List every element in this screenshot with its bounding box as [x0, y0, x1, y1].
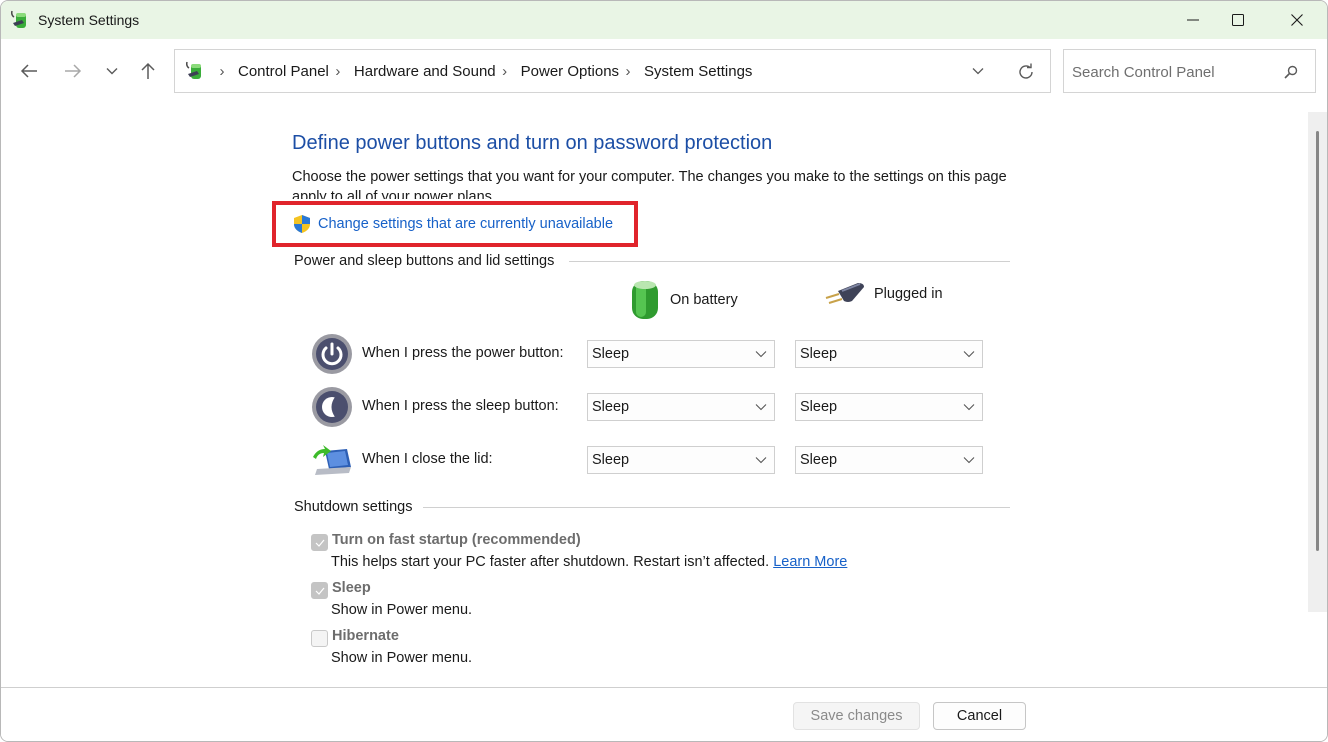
- up-button[interactable]: [133, 56, 163, 86]
- chevron-down-icon: [972, 68, 984, 75]
- fast-startup-description-text: This helps start your PC faster after sh…: [331, 554, 770, 570]
- selected-value: Sleep: [592, 399, 630, 415]
- chevron-down-icon: [963, 404, 975, 411]
- close-icon: [1291, 14, 1303, 26]
- address-history-dropdown[interactable]: [968, 61, 988, 81]
- window-title: System Settings: [38, 12, 140, 28]
- sleep-label: Sleep: [332, 580, 371, 596]
- save-changes-button[interactable]: Save changes: [793, 702, 920, 730]
- chevron-down-icon: [106, 68, 118, 75]
- breadcrumb-control-panel[interactable]: Control Panel: [236, 63, 331, 80]
- sleep-checkbox[interactable]: [311, 582, 328, 599]
- recent-locations-button[interactable]: [97, 56, 127, 86]
- page-description: Choose the power settings that you want …: [292, 169, 1007, 199]
- minimize-button[interactable]: [1170, 1, 1216, 39]
- sleep-description: Show in Power menu.: [331, 602, 473, 618]
- power-button-on-battery-select[interactable]: Sleep: [587, 340, 775, 368]
- power-options-location-icon: [186, 61, 201, 79]
- search-icon: [1284, 65, 1298, 79]
- cancel-button[interactable]: Cancel: [933, 702, 1026, 730]
- power-plug-icon: [825, 283, 864, 304]
- section-divider: [569, 261, 1010, 262]
- hibernate-checkbox[interactable]: [311, 630, 328, 647]
- page-title: Define power buttons and turn on passwor…: [292, 132, 773, 154]
- power-section-header: Power and sleep buttons and lid settings: [294, 253, 555, 269]
- maximize-icon: [1232, 14, 1244, 26]
- close-button[interactable]: [1274, 1, 1320, 39]
- hibernate-label: Hibernate: [332, 628, 399, 644]
- minimize-icon: [1187, 19, 1199, 21]
- battery-icon: [632, 281, 658, 319]
- hibernate-description: Show in Power menu.: [331, 650, 473, 666]
- close-lid-on-battery-select[interactable]: Sleep: [587, 446, 775, 474]
- power-button-row: When I press the power button: Sleep Sle…: [311, 333, 1011, 375]
- sleep-button-row: When I press the sleep button: Sleep Sle…: [311, 386, 1011, 428]
- sleep-button-plugged-in-select[interactable]: Sleep: [795, 393, 983, 421]
- change-unavailable-settings-text[interactable]: Change settings that are currently unava…: [318, 216, 613, 232]
- power-button-label: When I press the power button:: [362, 345, 564, 361]
- search-input[interactable]: [1072, 61, 1272, 83]
- power-options-app-icon: [11, 10, 26, 28]
- shutdown-section-header: Shutdown settings: [294, 499, 413, 515]
- breadcrumb-power-options[interactable]: Power Options: [519, 63, 621, 80]
- breadcrumb-system-settings[interactable]: System Settings: [642, 63, 754, 80]
- close-lid-label: When I close the lid:: [362, 451, 493, 467]
- section-divider: [423, 507, 1010, 508]
- on-battery-label: On battery: [670, 292, 738, 308]
- system-settings-window: System Settings › Control Panel › Hardwa…: [0, 0, 1328, 742]
- search-button[interactable]: [1280, 61, 1302, 83]
- fast-startup-checkbox[interactable]: [311, 534, 328, 551]
- fast-startup-label: Turn on fast startup (recommended): [332, 532, 581, 548]
- fast-startup-description: This helps start your PC faster after sh…: [331, 554, 847, 570]
- close-lid-plugged-in-select[interactable]: Sleep: [795, 446, 983, 474]
- arrow-right-icon: [65, 64, 82, 78]
- breadcrumb-separator[interactable]: ›: [500, 63, 510, 80]
- breadcrumb-separator: ›: [219, 62, 225, 80]
- selected-value: Sleep: [592, 452, 630, 468]
- chevron-down-icon: [963, 457, 975, 464]
- chevron-down-icon: [755, 351, 767, 358]
- breadcrumb-separator[interactable]: ›: [623, 63, 633, 80]
- selected-value: Sleep: [800, 346, 838, 362]
- chevron-down-icon: [755, 404, 767, 411]
- column-header-plugged-in: Plugged in: [824, 279, 943, 309]
- sleep-button-on-battery-select[interactable]: Sleep: [587, 393, 775, 421]
- uac-shield-icon: [294, 215, 310, 233]
- plugged-in-label: Plugged in: [874, 286, 943, 302]
- sleep-button-label: When I press the sleep button:: [362, 398, 559, 414]
- close-lid-row: When I close the lid: Sleep Sleep: [311, 439, 1011, 481]
- vertical-scrollbar[interactable]: [1308, 112, 1327, 612]
- column-header-on-battery: On battery: [628, 279, 738, 321]
- checkmark-icon: [315, 539, 324, 547]
- selected-value: Sleep: [592, 346, 630, 362]
- learn-more-link[interactable]: Learn More: [773, 554, 847, 570]
- back-button[interactable]: [14, 56, 44, 86]
- forward-button[interactable]: [58, 56, 88, 86]
- laptop-lid-icon: [313, 445, 351, 475]
- footer-bar: Save changes Cancel: [1, 687, 1327, 741]
- power-button-icon: [312, 334, 352, 374]
- breadcrumb: › Control Panel › Hardware and Sound › P…: [215, 50, 754, 92]
- breadcrumb-separator[interactable]: ›: [333, 63, 343, 80]
- title-bar: System Settings: [1, 1, 1327, 39]
- power-button-plugged-in-select[interactable]: Sleep: [795, 340, 983, 368]
- checkmark-icon: [315, 587, 324, 595]
- chevron-down-icon: [963, 351, 975, 358]
- maximize-button[interactable]: [1215, 1, 1261, 39]
- change-unavailable-settings-link[interactable]: Change settings that are currently unava…: [292, 214, 613, 234]
- sleep-button-icon: [312, 387, 352, 427]
- selected-value: Sleep: [800, 452, 838, 468]
- arrow-left-icon: [20, 64, 37, 78]
- refresh-icon: [1019, 63, 1033, 79]
- breadcrumb-hardware-and-sound[interactable]: Hardware and Sound: [352, 63, 498, 80]
- content-area: Define power buttons and turn on passwor…: [1, 101, 1327, 687]
- address-bar[interactable]: › Control Panel › Hardware and Sound › P…: [174, 49, 1051, 93]
- arrow-up-icon: [141, 62, 155, 79]
- chevron-down-icon: [755, 457, 767, 464]
- scrollbar-thumb[interactable]: [1316, 131, 1319, 551]
- refresh-button[interactable]: [1015, 61, 1037, 83]
- search-box: [1063, 49, 1316, 93]
- selected-value: Sleep: [800, 399, 838, 415]
